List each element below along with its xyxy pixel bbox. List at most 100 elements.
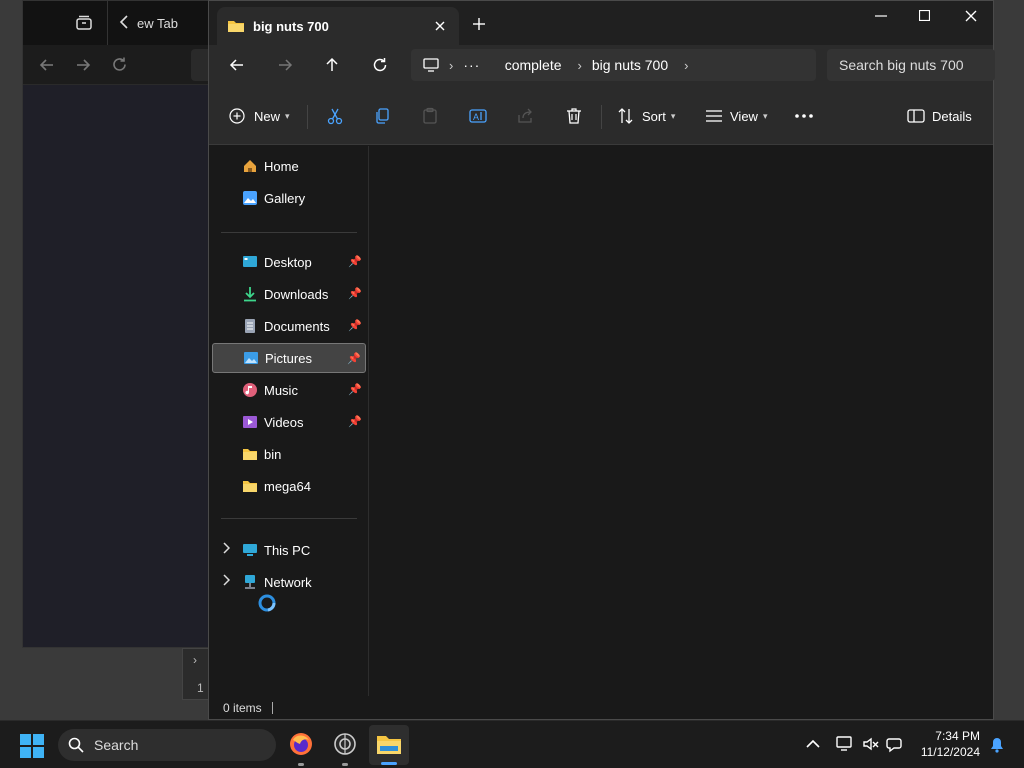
explorer-tab[interactable]: big nuts 700 [217, 7, 459, 45]
dialog-row-number: 1 [197, 681, 204, 695]
search-box[interactable] [827, 49, 995, 81]
title-bar: big nuts 700 [209, 1, 993, 45]
gallery-icon [243, 191, 257, 205]
network-status-icon[interactable] [836, 735, 854, 753]
clock-time: 7:34 PM [935, 729, 980, 743]
tab-actions-icon[interactable] [75, 14, 93, 32]
chevron-right-icon[interactable] [222, 542, 230, 554]
delete-button[interactable] [565, 101, 583, 131]
close-tab-icon[interactable] [435, 21, 445, 31]
chevron-down-icon: ▾ [285, 110, 290, 121]
close-window-icon[interactable] [965, 10, 977, 22]
sort-button[interactable]: Sort ▾ [617, 101, 675, 131]
command-bar: New ▾ A Sort ▾ View ▾ Details [209, 87, 993, 145]
nav-item-gallery[interactable]: Gallery [212, 183, 366, 213]
firefox-icon[interactable] [289, 732, 313, 756]
chevron-up-icon[interactable] [806, 739, 820, 749]
nav-label: This PC [264, 542, 311, 558]
nav-item-videos[interactable]: Videos 📌 [212, 407, 366, 437]
notification-bell-icon[interactable] [989, 737, 1005, 753]
pin-icon[interactable]: 📌 [348, 415, 362, 428]
chevron-down-icon: ▾ [670, 110, 676, 121]
chevron-down-icon: ▾ [762, 110, 768, 121]
view-list-icon [706, 110, 722, 122]
pin-icon[interactable]: 📌 [348, 319, 362, 332]
svg-text:A: A [473, 112, 479, 122]
details-pane-icon [907, 109, 925, 123]
refresh-button[interactable] [364, 49, 396, 81]
browser-tab-label[interactable]: ew Tab [137, 16, 178, 31]
refresh-icon[interactable] [111, 56, 128, 73]
breadcrumb[interactable]: › ··· › complete › big nuts 700 › [411, 49, 816, 81]
chevron-right-icon[interactable]: › [578, 58, 582, 73]
search-input[interactable] [839, 57, 989, 73]
share-button[interactable] [517, 101, 535, 131]
status-bar: 0 items [209, 696, 993, 720]
forward-icon[interactable] [75, 57, 91, 73]
pin-icon[interactable]: 📌 [348, 383, 362, 396]
back-button[interactable] [221, 49, 253, 81]
status-divider [271, 702, 273, 714]
pin-icon[interactable]: 📌 [348, 255, 362, 268]
details-label: Details [932, 108, 972, 124]
chevron-right-icon[interactable]: › [684, 58, 688, 73]
background-browser-window: ew Tab [22, 0, 222, 648]
nav-item-mega64[interactable]: mega64 [212, 471, 366, 501]
nav-label: Gallery [264, 190, 306, 206]
nav-item-documents[interactable]: Documents 📌 [212, 311, 366, 341]
rename-button[interactable]: A [469, 101, 487, 131]
more-locations-icon[interactable]: ··· [463, 57, 480, 73]
maximize-icon[interactable] [919, 10, 930, 21]
nav-item-downloads[interactable]: Downloads 📌 [212, 279, 366, 309]
chevron-right-icon: › [193, 653, 197, 667]
nav-item-network[interactable]: Network [212, 567, 366, 597]
clock[interactable]: 7:34 PM 11/12/2024 [900, 729, 980, 759]
share-icon [518, 108, 532, 123]
taskbar: Search 7:34 PM 11/12/2024 [0, 720, 1024, 768]
chevron-right-icon[interactable] [222, 574, 230, 586]
nav-label: Desktop [264, 254, 312, 270]
breadcrumb-current[interactable]: big nuts 700 [592, 57, 668, 73]
nav-item-this-pc[interactable]: This PC [212, 535, 366, 565]
pin-icon[interactable]: 📌 [347, 352, 361, 365]
chevron-right-icon[interactable]: › [449, 58, 453, 73]
documents-icon [245, 319, 255, 333]
paste-button[interactable] [421, 101, 439, 131]
taskbar-search[interactable]: Search [58, 729, 276, 761]
search-label: Search [94, 737, 139, 753]
start-button[interactable] [20, 734, 44, 758]
chevron-left-icon[interactable] [119, 15, 129, 29]
app-globe-icon[interactable] [333, 732, 357, 756]
more-icon [795, 114, 813, 118]
new-tab-icon[interactable] [473, 18, 485, 30]
nav-label: Network [264, 574, 312, 590]
nav-item-bin[interactable]: bin [212, 439, 366, 469]
up-button[interactable] [316, 49, 348, 81]
folder-icon [243, 449, 257, 460]
minimize-icon[interactable] [875, 15, 887, 17]
computer-icon[interactable] [423, 58, 439, 72]
details-button[interactable]: Details [907, 101, 972, 131]
file-list-area[interactable] [369, 146, 993, 696]
nav-item-desktop[interactable]: Desktop 📌 [212, 247, 366, 277]
volume-muted-icon[interactable] [862, 735, 880, 753]
more-options-button[interactable] [794, 101, 814, 131]
pin-icon[interactable]: 📌 [348, 287, 362, 300]
copy-button[interactable] [373, 101, 391, 131]
new-button[interactable]: New ▾ [229, 101, 290, 131]
view-button[interactable]: View ▾ [705, 101, 767, 131]
forward-button[interactable] [269, 49, 301, 81]
cut-button[interactable] [326, 101, 344, 131]
refresh-icon [373, 58, 387, 72]
back-icon[interactable] [39, 57, 55, 73]
new-label: New [254, 108, 281, 124]
videos-icon [243, 416, 257, 428]
explorer-taskbar-button[interactable] [369, 725, 409, 765]
nav-label: Home [264, 158, 299, 174]
nav-item-music[interactable]: Music 📌 [212, 375, 366, 405]
nav-label: Downloads [264, 286, 329, 302]
nav-item-home[interactable]: Home [212, 151, 366, 181]
navigation-pane: Home Gallery Desktop 📌 Downloads 📌 Docum… [209, 146, 369, 696]
nav-item-pictures[interactable]: Pictures 📌 [212, 343, 366, 373]
breadcrumb-complete[interactable]: complete [505, 57, 562, 73]
